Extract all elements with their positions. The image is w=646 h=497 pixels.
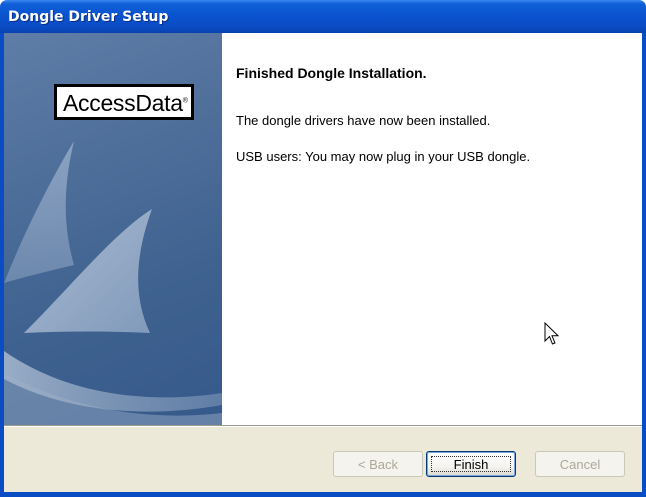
back-button-label: < Back: [357, 456, 399, 472]
title-bar[interactable]: Dongle Driver Setup: [0, 0, 646, 33]
accessdata-logo: AccessData®: [54, 84, 194, 120]
side-banner: AccessData®: [4, 33, 222, 425]
finish-button[interactable]: Finish: [426, 451, 516, 477]
mouse-pointer-icon: [544, 322, 560, 345]
usb-message: USB users: You may now plug in your USB …: [236, 149, 531, 164]
focus-rectangle: [431, 456, 511, 472]
window-title: Dongle Driver Setup: [8, 9, 169, 25]
finished-heading: Finished Dongle Installation.: [236, 65, 427, 81]
cancel-button[interactable]: Cancel: [535, 451, 625, 477]
window-border-right: [642, 33, 646, 497]
window-border-bottom: [0, 492, 646, 497]
logo-text: AccessData®: [63, 90, 188, 116]
cancel-button-label: Cancel: [559, 456, 601, 472]
installed-message: The dongle drivers have now been install…: [236, 113, 491, 128]
setup-window: Dongle Driver Setup AccessData® Finished…: [0, 0, 646, 497]
back-button[interactable]: < Back: [333, 451, 423, 477]
content-panel: Finished Dongle Installation. The dongle…: [222, 33, 642, 425]
